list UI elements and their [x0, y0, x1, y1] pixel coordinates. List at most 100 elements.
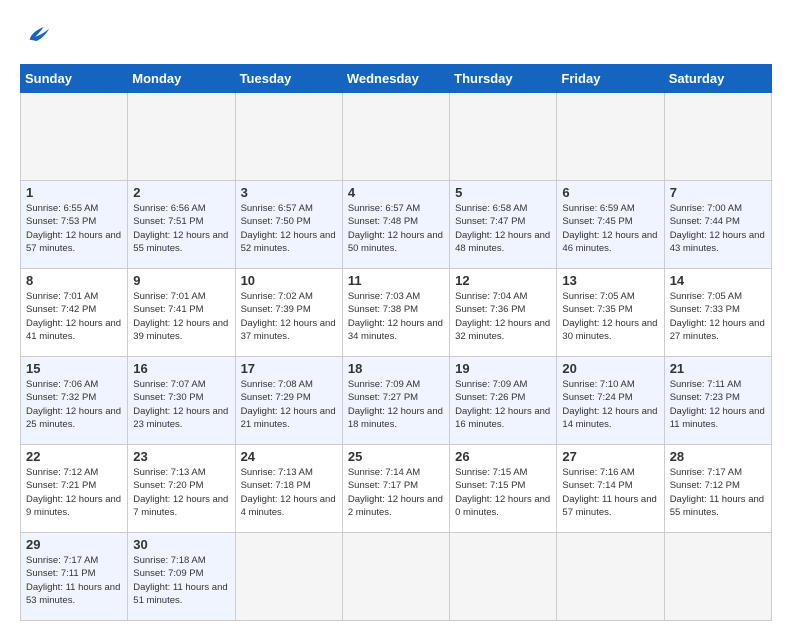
day-header-monday: Monday — [128, 65, 235, 93]
day-info: Sunrise: 6:56 AMSunset: 7:51 PMDaylight:… — [133, 202, 229, 255]
day-number: 23 — [133, 449, 229, 464]
calendar-cell: 12 Sunrise: 7:04 AMSunset: 7:36 PMDayligh… — [450, 269, 557, 357]
day-number: 15 — [26, 361, 122, 376]
calendar-table: SundayMondayTuesdayWednesdayThursdayFrid… — [20, 64, 772, 621]
days-header-row: SundayMondayTuesdayWednesdayThursdayFrid… — [21, 65, 772, 93]
day-info: Sunrise: 7:11 AMSunset: 7:23 PMDaylight:… — [670, 378, 766, 431]
day-info: Sunrise: 7:03 AMSunset: 7:38 PMDaylight:… — [348, 290, 444, 343]
day-number: 28 — [670, 449, 766, 464]
day-number: 18 — [348, 361, 444, 376]
calendar-cell — [450, 93, 557, 181]
day-number: 12 — [455, 273, 551, 288]
day-info: Sunrise: 7:13 AMSunset: 7:20 PMDaylight:… — [133, 466, 229, 519]
day-info: Sunrise: 6:57 AMSunset: 7:48 PMDaylight:… — [348, 202, 444, 255]
day-number: 4 — [348, 185, 444, 200]
calendar-cell — [664, 533, 771, 621]
calendar-cell: 25Sunrise: 7:14 AMSunset: 7:17 PMDayligh… — [342, 445, 449, 533]
calendar-cell: 29 Sunrise: 7:17 AMSunset: 7:11 PMDayligh… — [21, 533, 128, 621]
calendar-cell: 3Sunrise: 6:57 AMSunset: 7:50 PMDaylight… — [235, 181, 342, 269]
day-info: Sunrise: 7:13 AMSunset: 7:18 PMDaylight:… — [241, 466, 337, 519]
day-number: 9 — [133, 273, 229, 288]
day-info: Sunrise: 7:07 AMSunset: 7:30 PMDaylight:… — [133, 378, 229, 431]
day-info: Sunrise: 7:16 AMSunset: 7:14 PMDaylight:… — [562, 466, 658, 519]
day-info: Sunrise: 7:17 AMSunset: 7:11 PMDaylight:… — [26, 554, 122, 607]
day-info: Sunrise: 7:12 AMSunset: 7:21 PMDaylight:… — [26, 466, 122, 519]
day-number: 8 — [26, 273, 122, 288]
calendar-cell — [342, 533, 449, 621]
calendar-cell: 17 Sunrise: 7:08 AMSunset: 7:29 PMDayligh… — [235, 357, 342, 445]
calendar-cell: 10Sunrise: 7:02 AMSunset: 7:39 PMDayligh… — [235, 269, 342, 357]
day-info: Sunrise: 7:15 AMSunset: 7:15 PMDaylight:… — [455, 466, 551, 519]
day-number: 19 — [455, 361, 551, 376]
calendar-cell: 18 Sunrise: 7:09 AMSunset: 7:27 PMDayligh… — [342, 357, 449, 445]
calendar-cell: 30 Sunrise: 7:18 AMSunset: 7:09 PMDayligh… — [128, 533, 235, 621]
day-number: 7 — [670, 185, 766, 200]
day-header-thursday: Thursday — [450, 65, 557, 93]
week-row-5: 29 Sunrise: 7:17 AMSunset: 7:11 PMDayligh… — [21, 533, 772, 621]
week-row-4: 22Sunrise: 7:12 AMSunset: 7:21 PMDayligh… — [21, 445, 772, 533]
day-number: 24 — [241, 449, 337, 464]
day-number: 1 — [26, 185, 122, 200]
week-row-2: 8 Sunrise: 7:01 AMSunset: 7:42 PMDaylight… — [21, 269, 772, 357]
day-number: 11 — [348, 273, 444, 288]
day-header-tuesday: Tuesday — [235, 65, 342, 93]
week-row-3: 15 Sunrise: 7:06 AMSunset: 7:32 PMDayligh… — [21, 357, 772, 445]
calendar-cell: 27 Sunrise: 7:16 AMSunset: 7:14 PMDayligh… — [557, 445, 664, 533]
day-number: 27 — [562, 449, 658, 464]
calendar-cell: 4 Sunrise: 6:57 AMSunset: 7:48 PMDaylight… — [342, 181, 449, 269]
day-number: 10 — [241, 273, 337, 288]
day-info: Sunrise: 6:58 AMSunset: 7:47 PMDaylight:… — [455, 202, 551, 255]
calendar-cell: 24 Sunrise: 7:13 AMSunset: 7:18 PMDayligh… — [235, 445, 342, 533]
day-info: Sunrise: 7:09 AMSunset: 7:26 PMDaylight:… — [455, 378, 551, 431]
calendar-cell — [557, 533, 664, 621]
logo-bird-icon — [24, 20, 52, 48]
day-number: 26 — [455, 449, 551, 464]
day-info: Sunrise: 7:06 AMSunset: 7:32 PMDaylight:… — [26, 378, 122, 431]
day-info: Sunrise: 7:04 AMSunset: 7:36 PMDaylight:… — [455, 290, 551, 343]
day-header-sunday: Sunday — [21, 65, 128, 93]
day-info: Sunrise: 7:01 AMSunset: 7:41 PMDaylight:… — [133, 290, 229, 343]
day-info: Sunrise: 7:01 AMSunset: 7:42 PMDaylight:… — [26, 290, 122, 343]
day-number: 30 — [133, 537, 229, 552]
calendar-cell: 21 Sunrise: 7:11 AMSunset: 7:23 PMDayligh… — [664, 357, 771, 445]
day-info: Sunrise: 7:17 AMSunset: 7:12 PMDaylight:… — [670, 466, 766, 519]
day-info: Sunrise: 7:18 AMSunset: 7:09 PMDaylight:… — [133, 554, 229, 607]
calendar-cell — [450, 533, 557, 621]
day-info: Sunrise: 7:00 AMSunset: 7:44 PMDaylight:… — [670, 202, 766, 255]
calendar-cell: 5Sunrise: 6:58 AMSunset: 7:47 PMDaylight… — [450, 181, 557, 269]
day-info: Sunrise: 6:57 AMSunset: 7:50 PMDaylight:… — [241, 202, 337, 255]
calendar-cell — [235, 93, 342, 181]
day-number: 13 — [562, 273, 658, 288]
day-info: Sunrise: 7:05 AMSunset: 7:35 PMDaylight:… — [562, 290, 658, 343]
week-row-1: 1 Sunrise: 6:55 AMSunset: 7:53 PMDaylight… — [21, 181, 772, 269]
calendar-cell: 28 Sunrise: 7:17 AMSunset: 7:12 PMDayligh… — [664, 445, 771, 533]
calendar-cell: 16Sunrise: 7:07 AMSunset: 7:30 PMDayligh… — [128, 357, 235, 445]
calendar-cell: 22Sunrise: 7:12 AMSunset: 7:21 PMDayligh… — [21, 445, 128, 533]
day-number: 21 — [670, 361, 766, 376]
calendar-cell: 2Sunrise: 6:56 AMSunset: 7:51 PMDaylight… — [128, 181, 235, 269]
calendar-cell: 26 Sunrise: 7:15 AMSunset: 7:15 PMDayligh… — [450, 445, 557, 533]
calendar-cell: 6Sunrise: 6:59 AMSunset: 7:45 PMDaylight… — [557, 181, 664, 269]
calendar-cell: 15 Sunrise: 7:06 AMSunset: 7:32 PMDayligh… — [21, 357, 128, 445]
calendar-cell — [128, 93, 235, 181]
calendar-cell: 20Sunrise: 7:10 AMSunset: 7:24 PMDayligh… — [557, 357, 664, 445]
calendar-cell: 23 Sunrise: 7:13 AMSunset: 7:20 PMDayligh… — [128, 445, 235, 533]
calendar-cell — [342, 93, 449, 181]
day-info: Sunrise: 7:10 AMSunset: 7:24 PMDaylight:… — [562, 378, 658, 431]
day-info: Sunrise: 7:05 AMSunset: 7:33 PMDaylight:… — [670, 290, 766, 343]
calendar-cell: 14 Sunrise: 7:05 AMSunset: 7:33 PMDayligh… — [664, 269, 771, 357]
calendar-cell: 11 Sunrise: 7:03 AMSunset: 7:38 PMDayligh… — [342, 269, 449, 357]
day-number: 6 — [562, 185, 658, 200]
calendar-cell: 9 Sunrise: 7:01 AMSunset: 7:41 PMDaylight… — [128, 269, 235, 357]
day-info: Sunrise: 7:08 AMSunset: 7:29 PMDaylight:… — [241, 378, 337, 431]
day-info: Sunrise: 7:09 AMSunset: 7:27 PMDaylight:… — [348, 378, 444, 431]
day-info: Sunrise: 6:55 AMSunset: 7:53 PMDaylight:… — [26, 202, 122, 255]
day-number: 17 — [241, 361, 337, 376]
week-row-0 — [21, 93, 772, 181]
day-number: 29 — [26, 537, 122, 552]
day-header-wednesday: Wednesday — [342, 65, 449, 93]
day-number: 14 — [670, 273, 766, 288]
calendar-cell — [21, 93, 128, 181]
calendar-cell — [664, 93, 771, 181]
calendar-cell: 13 Sunrise: 7:05 AMSunset: 7:35 PMDayligh… — [557, 269, 664, 357]
